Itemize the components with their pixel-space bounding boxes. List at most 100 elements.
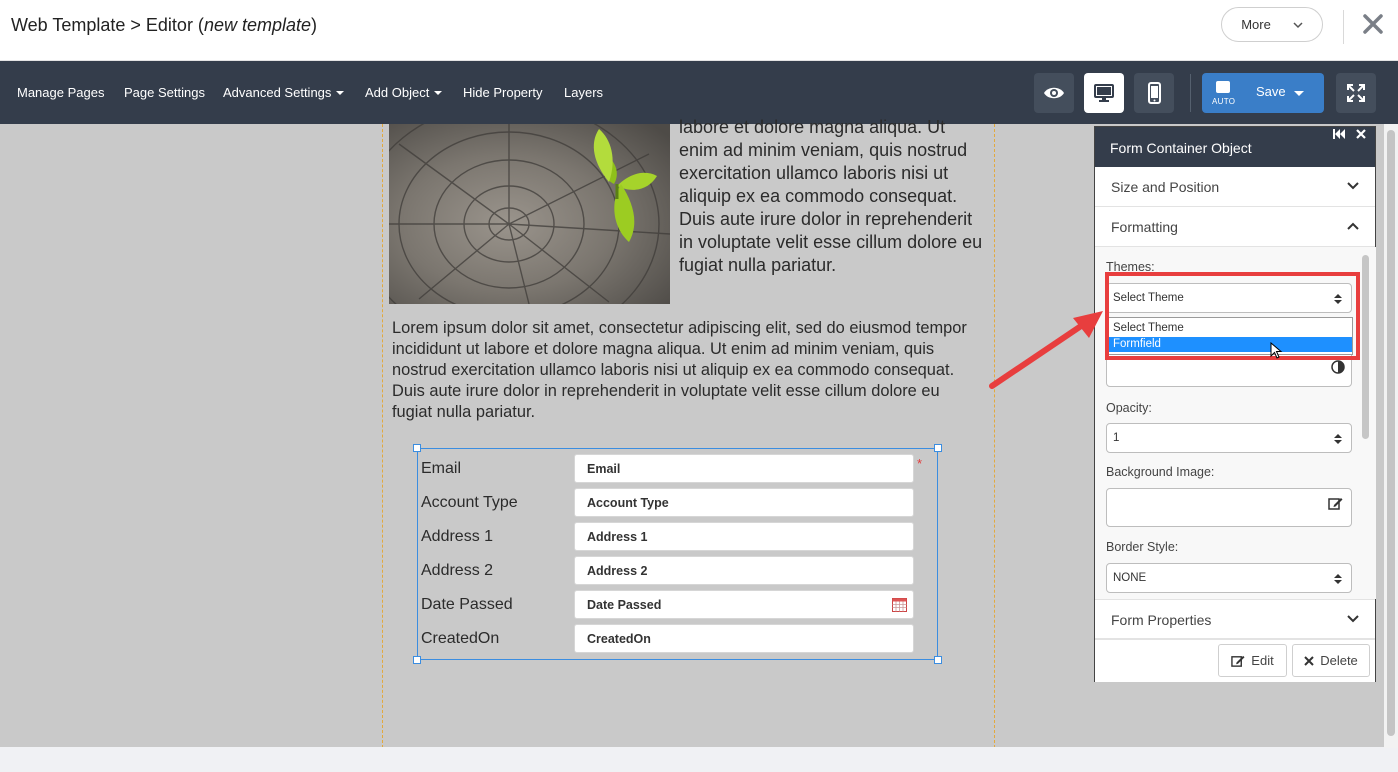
- title-divider: [1343, 10, 1344, 44]
- address-2-field[interactable]: Address 2: [574, 556, 914, 585]
- mobile-view-button[interactable]: [1134, 73, 1174, 113]
- chevron-down-icon: [1347, 615, 1359, 623]
- form-row-address-1: Address 1 Address 1: [418, 522, 937, 552]
- opacity-label: Opacity:: [1106, 401, 1152, 415]
- auto-save-label: AUTO: [1212, 97, 1236, 106]
- resize-handle-bottom-right[interactable]: [934, 656, 942, 664]
- address-1-field[interactable]: Address 1: [574, 522, 914, 551]
- more-button[interactable]: More: [1221, 7, 1323, 42]
- section-formatting-label: Formatting: [1111, 219, 1178, 235]
- required-marker: *: [917, 456, 923, 471]
- opacity-select[interactable]: 1: [1106, 423, 1352, 453]
- property-panel: Form Container Object Size and Position …: [1094, 126, 1376, 682]
- chevron-up-icon: [1347, 222, 1359, 230]
- title-bar: Web Template > Editor (new template) Mor…: [0, 0, 1398, 61]
- email-field[interactable]: Email: [574, 454, 914, 483]
- edit-icon: [1231, 655, 1245, 667]
- menu-layers[interactable]: Layers: [564, 61, 603, 124]
- edit-button[interactable]: Edit: [1218, 644, 1287, 677]
- border-style-select-value: NONE: [1113, 572, 1147, 584]
- section-form-properties[interactable]: Form Properties: [1095, 599, 1375, 639]
- background-image-label: Background Image:: [1106, 465, 1215, 479]
- address-2-label: Address 2: [421, 562, 494, 579]
- delete-button-label: Delete: [1320, 653, 1358, 668]
- caret-down-icon[interactable]: [1294, 91, 1304, 96]
- section-size-position[interactable]: Size and Position: [1095, 167, 1375, 207]
- form-row-created-on: CreatedOn CreatedOn: [418, 624, 937, 654]
- expand-icon: [1347, 84, 1365, 102]
- menu-advanced-settings[interactable]: Advanced Settings: [223, 61, 345, 124]
- menu-add-object[interactable]: Add Object: [365, 61, 443, 124]
- close-icon[interactable]: [1362, 13, 1384, 35]
- tree-stump-image[interactable]: [389, 124, 670, 304]
- select-arrows-icon: [1334, 574, 1342, 584]
- created-on-field[interactable]: CreatedOn: [574, 624, 914, 653]
- opacity-select-value: 1: [1113, 432, 1120, 444]
- form-row-date-passed: Date Passed Date Passed: [418, 590, 937, 620]
- address-1-label: Address 1: [421, 528, 494, 545]
- form-row-email: Email Email *: [418, 454, 937, 484]
- resize-handle-bottom-left[interactable]: [413, 656, 421, 664]
- delete-button[interactable]: Delete: [1292, 644, 1370, 677]
- highlight-box: [1105, 272, 1360, 360]
- canvas-scroll-thumb[interactable]: [1387, 130, 1395, 736]
- resize-handle-top-right[interactable]: [934, 444, 942, 452]
- close-panel-icon[interactable]: [1354, 127, 1368, 141]
- created-on-label: CreatedOn: [421, 630, 500, 647]
- border-style-label: Border Style:: [1106, 540, 1179, 554]
- panel-title: Form Container Object: [1110, 140, 1252, 156]
- date-passed-field[interactable]: Date Passed: [574, 590, 914, 619]
- page-title: Web Template > Editor (new template): [11, 15, 317, 35]
- menu-hide-property[interactable]: Hide Property: [463, 61, 542, 124]
- eye-icon: [1044, 87, 1064, 99]
- date-passed-placeholder: Date Passed: [587, 598, 662, 612]
- annotation-arrow: [989, 311, 1103, 389]
- canvas-scrollbar[interactable]: [1384, 124, 1398, 748]
- mouse-cursor-icon: [1270, 342, 1283, 359]
- intro-paragraph[interactable]: Lorem ipsum dolor sit amet, consectetur …: [392, 318, 972, 423]
- panel-scroll-thumb[interactable]: [1362, 255, 1369, 439]
- section-formatting[interactable]: Formatting: [1095, 207, 1375, 247]
- menu-manage-pages[interactable]: Manage Pages: [17, 61, 104, 124]
- edit-button-label: Edit: [1251, 653, 1274, 668]
- chevron-down-icon: [1293, 21, 1303, 28]
- resize-handle-top-left[interactable]: [413, 444, 421, 452]
- caret-down-icon: [336, 90, 345, 95]
- chevron-down-icon: [1347, 182, 1359, 190]
- calendar-icon[interactable]: [892, 598, 907, 612]
- desktop-view-button[interactable]: [1084, 73, 1124, 113]
- email-label: Email: [421, 460, 462, 477]
- date-passed-label: Date Passed: [421, 596, 513, 613]
- select-arrows-icon: [1334, 434, 1342, 444]
- section-form-properties-label: Form Properties: [1111, 612, 1212, 628]
- fullscreen-button[interactable]: [1336, 73, 1376, 113]
- border-style-select[interactable]: NONE: [1106, 563, 1352, 593]
- form-row-address-2: Address 2 Address 2: [418, 556, 937, 586]
- collapse-panel-icon[interactable]: [1332, 127, 1346, 141]
- menu-page-settings[interactable]: Page Settings: [124, 61, 205, 124]
- intro-paragraph-right[interactable]: labore et dolore magna aliqua. Ut enim a…: [679, 116, 984, 277]
- preview-button[interactable]: [1034, 73, 1074, 113]
- section-size-position-label: Size and Position: [1111, 179, 1220, 195]
- form-row-account-type: Account Type Account Type: [418, 488, 937, 518]
- background-image-field[interactable]: [1106, 488, 1352, 527]
- mobile-icon: [1147, 82, 1161, 104]
- caret-down-icon: [434, 90, 443, 95]
- save-button-label: Save: [1256, 84, 1286, 99]
- contrast-icon[interactable]: [1331, 360, 1345, 374]
- panel-header: Form Container Object: [1095, 127, 1375, 167]
- status-strip: [0, 747, 1384, 772]
- desktop-icon: [1094, 84, 1114, 102]
- more-button-label: More: [1241, 17, 1271, 32]
- form-container[interactable]: Email Email * Account Type Account Type …: [413, 444, 942, 664]
- edit-icon[interactable]: [1328, 496, 1343, 511]
- auto-save-icon: [1216, 81, 1230, 93]
- account-type-label: Account Type: [421, 494, 518, 511]
- save-button[interactable]: AUTO Save: [1202, 73, 1324, 113]
- panel-scrollbar[interactable]: [1361, 251, 1371, 469]
- toolbar-divider: [1190, 74, 1191, 112]
- account-type-field[interactable]: Account Type: [574, 488, 914, 517]
- panel-footer: Edit Delete: [1095, 639, 1375, 682]
- stump-sprout-picture: [389, 124, 670, 304]
- editor-toolbar: Manage Pages Page Settings Advanced Sett…: [0, 61, 1398, 124]
